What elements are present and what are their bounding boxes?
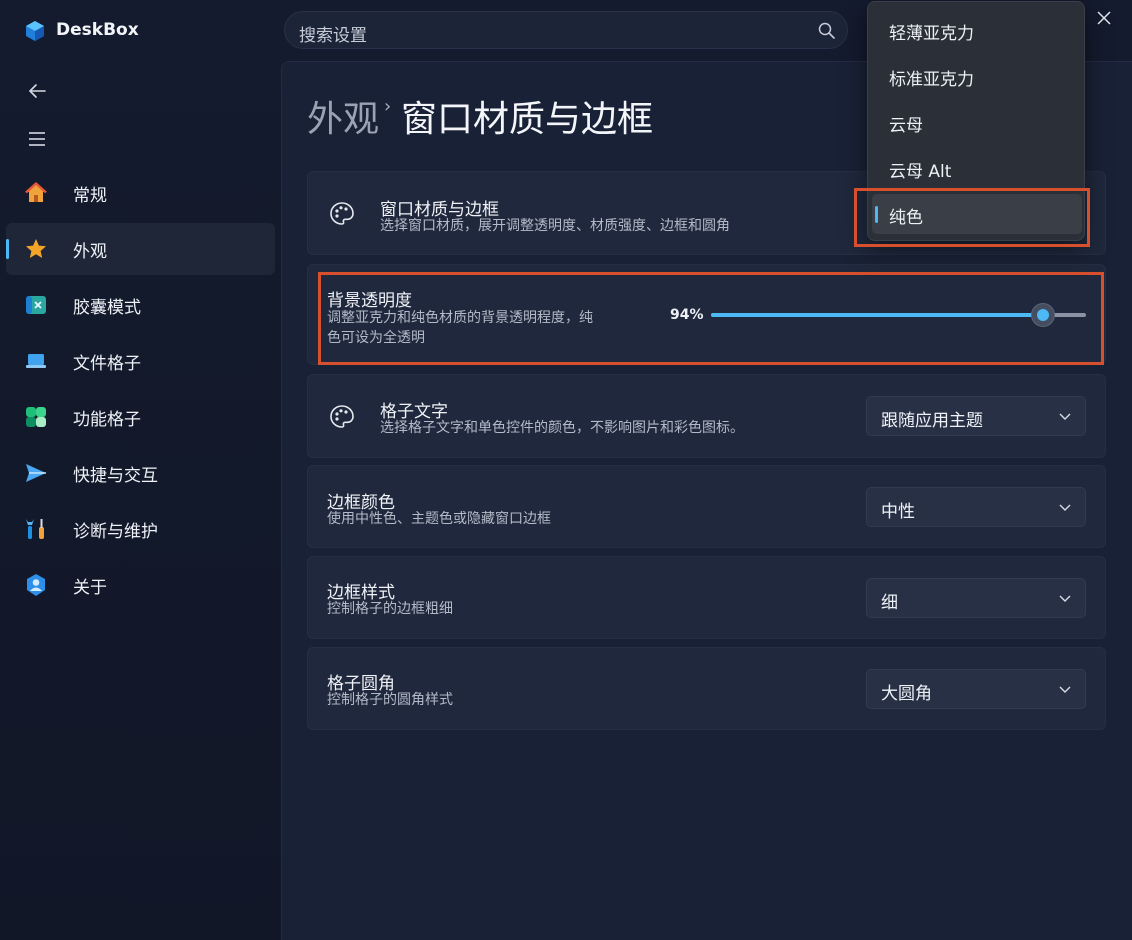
chevron-down-icon <box>1059 686 1071 693</box>
star-icon <box>26 239 46 258</box>
border-style-dropdown[interactable]: 细 <box>866 578 1086 618</box>
highlight-box-solid <box>854 188 1090 247</box>
menu-item-standard-acrylic[interactable]: 标准亚克力 <box>872 56 1082 96</box>
tools-icon <box>26 519 44 539</box>
chevron-down-icon <box>1059 595 1071 602</box>
border-style-card: 边框样式 控制格子的边框粗细 细 <box>307 556 1106 639</box>
app-window: DeskBox 搜索设置 常规 外观 胶囊模式 文件格子 功能格子 快捷与交互 … <box>0 0 1132 940</box>
dropdown-value: 细 <box>881 593 898 613</box>
sidebar-item-label: 常规 <box>73 186 107 206</box>
menu-item-mica-alt[interactable]: 云母 Alt <box>872 148 1082 188</box>
corner-dropdown[interactable]: 大圆角 <box>866 669 1086 709</box>
sidebar-item-label: 功能格子 <box>73 410 141 430</box>
search-box[interactable]: 搜索设置 <box>284 11 848 49</box>
send-icon <box>26 464 46 482</box>
sidebar-item-shortcuts[interactable]: 快捷与交互 <box>6 447 275 499</box>
highlight-box-opacity <box>318 272 1104 365</box>
sidebar-item-general[interactable]: 常规 <box>6 167 275 219</box>
close-icon[interactable] <box>1094 8 1114 28</box>
grid-icon <box>26 407 46 427</box>
home-icon <box>25 182 47 202</box>
grid-text-dropdown[interactable]: 跟随应用主题 <box>866 396 1086 436</box>
card-description: 选择窗口材质，展开调整透明度、材质强度、边框和圆角 <box>380 218 730 234</box>
palette-icon <box>330 202 354 225</box>
sidebar-item-file-grid[interactable]: 文件格子 <box>6 335 275 387</box>
sidebar-item-label: 关于 <box>73 578 107 598</box>
menu-item-mica[interactable]: 云母 <box>872 102 1082 142</box>
back-arrow-icon[interactable] <box>26 80 48 102</box>
deskbox-logo-icon <box>26 21 44 41</box>
sidebar-item-label: 胶囊模式 <box>73 298 141 318</box>
active-indicator <box>6 239 9 259</box>
menu-item-label: 云母 Alt <box>889 162 952 182</box>
chevron-down-icon <box>1059 504 1071 511</box>
dropdown-value: 跟随应用主题 <box>881 411 983 431</box>
dropdown-value: 中性 <box>881 502 915 522</box>
dropdown-value: 大圆角 <box>881 684 932 704</box>
corner-card: 格子圆角 控制格子的圆角样式 大圆角 <box>307 647 1106 730</box>
menu-item-light-acrylic[interactable]: 轻薄亚克力 <box>872 10 1082 50</box>
breadcrumb-parent[interactable]: 外观 <box>307 90 379 142</box>
page-title: 窗口材质与边框 <box>401 99 654 140</box>
capsule-icon <box>26 296 46 314</box>
menu-item-label: 轻薄亚克力 <box>889 24 974 44</box>
sidebar-item-label: 诊断与维护 <box>73 522 158 542</box>
sidebar-item-diagnostics[interactable]: 诊断与维护 <box>6 503 275 555</box>
sidebar-item-capsule[interactable]: 胶囊模式 <box>6 279 275 331</box>
card-description: 控制格子的圆角样式 <box>327 692 453 708</box>
card-description: 选择格子文字和单色控件的颜色，不影响图片和彩色图标。 <box>380 420 744 436</box>
grid-text-card: 格子文字 选择格子文字和单色控件的颜色，不影响图片和彩色图标。 跟随应用主题 <box>307 374 1106 458</box>
sidebar-item-function-grid[interactable]: 功能格子 <box>6 391 275 443</box>
menu-item-label: 云母 <box>889 116 923 136</box>
sidebar-item-label: 文件格子 <box>73 354 141 374</box>
chevron-down-icon <box>1059 413 1071 420</box>
sidebar-item-label: 快捷与交互 <box>73 466 158 486</box>
card-description: 使用中性色、主题色或隐藏窗口边框 <box>327 511 551 527</box>
about-icon <box>27 574 45 596</box>
app-name: DeskBox <box>56 20 139 40</box>
search-icon[interactable] <box>818 22 835 39</box>
search-input[interactable]: 搜索设置 <box>299 21 367 46</box>
border-color-card: 边框颜色 使用中性色、主题色或隐藏窗口边框 中性 <box>307 465 1106 548</box>
palette-icon <box>330 405 354 428</box>
card-description: 控制格子的边框粗细 <box>327 601 453 617</box>
hamburger-menu-icon[interactable] <box>26 128 48 150</box>
sidebar-item-label: 外观 <box>73 242 107 262</box>
border-color-dropdown[interactable]: 中性 <box>866 487 1086 527</box>
sidebar-item-appearance[interactable]: 外观 <box>6 223 275 275</box>
menu-item-label: 标准亚克力 <box>889 70 974 90</box>
breadcrumb-separator: › <box>384 96 392 117</box>
sidebar-item-about[interactable]: 关于 <box>6 559 275 611</box>
laptop-icon <box>26 354 46 368</box>
